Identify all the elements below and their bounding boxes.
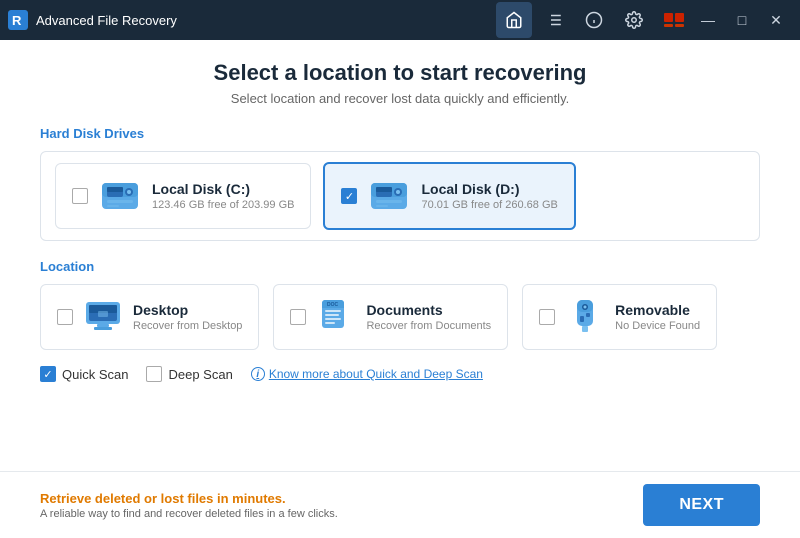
drive-d-card[interactable]: ✓ Local Disk (D:) 70.01 GB <box>323 162 575 230</box>
drive-c-space: 123.46 GB free of 203.99 GB <box>152 199 294 211</box>
documents-icon: DOC <box>316 297 356 337</box>
loc-desktop-checkbox[interactable] <box>57 309 73 325</box>
scan-options: ✓ Quick Scan Deep Scan i Know more about… <box>40 366 760 382</box>
svg-text:R: R <box>12 13 22 28</box>
network-icon <box>664 13 684 27</box>
nav-settings-btn[interactable] <box>616 2 652 38</box>
page-title: Select a location to start recovering <box>40 60 760 86</box>
loc-removable-checkbox[interactable] <box>539 309 555 325</box>
title-bar-nav <box>496 2 652 38</box>
drive-c-info: Local Disk (C:) 123.46 GB free of 203.99… <box>152 181 294 211</box>
drives-section: Hard Disk Drives <box>40 126 760 241</box>
drive-d-icon <box>367 174 411 218</box>
loc-docs-sub: Recover from Documents <box>366 320 491 332</box>
title-bar: R Advanced File Recovery <box>0 0 800 40</box>
footer-msg-sub: A reliable way to find and recover delet… <box>40 508 338 520</box>
usb-icon <box>565 297 605 337</box>
loc-removable-info: Removable No Device Found <box>615 302 700 332</box>
quick-scan-option[interactable]: ✓ Quick Scan <box>40 366 128 382</box>
svg-text:DOC: DOC <box>327 302 339 308</box>
loc-docs-info: Documents Recover from Documents <box>366 302 491 332</box>
footer-msg-title: Retrieve deleted or lost files in minute… <box>40 491 338 506</box>
drive-c-card[interactable]: Local Disk (C:) 123.46 GB free of 203.99… <box>55 163 311 229</box>
drive-c-icon <box>98 174 142 218</box>
app-logo: R <box>8 10 28 30</box>
drive-c-checkbox[interactable] <box>72 188 88 204</box>
nav-home-btn[interactable] <box>496 2 532 38</box>
loc-removable-sub: No Device Found <box>615 320 700 332</box>
learn-more-link[interactable]: i Know more about Quick and Deep Scan <box>251 367 483 381</box>
desktop-icon <box>83 297 123 337</box>
location-desktop-card[interactable]: Desktop Recover from Desktop <box>40 284 259 350</box>
page-header: Select a location to start recovering Se… <box>40 60 760 106</box>
loc-docs-checkbox[interactable] <box>290 309 306 325</box>
location-removable-card[interactable]: Removable No Device Found <box>522 284 717 350</box>
quick-scan-label: Quick Scan <box>62 367 128 382</box>
drive-d-name: Local Disk (D:) <box>421 181 557 197</box>
loc-desktop-info: Desktop Recover from Desktop <box>133 302 242 332</box>
learn-more-text: Know more about Quick and Deep Scan <box>269 367 483 381</box>
page-subtitle: Select location and recover lost data qu… <box>40 91 760 106</box>
quick-scan-checkbox[interactable]: ✓ <box>40 366 56 382</box>
hdd-c-icon <box>99 175 141 217</box>
location-docs-card[interactable]: DOC Documents Recover from Documents <box>273 284 508 350</box>
footer: Retrieve deleted or lost files in minute… <box>0 471 800 538</box>
deep-scan-option[interactable]: Deep Scan <box>146 366 232 382</box>
drive-d-checkbox[interactable]: ✓ <box>341 188 357 204</box>
location-cards: Desktop Recover from Desktop <box>40 284 760 350</box>
drives-container: Local Disk (C:) 123.46 GB free of 203.99… <box>40 151 760 241</box>
loc-removable-name: Removable <box>615 302 700 318</box>
next-button[interactable]: NEXT <box>643 484 760 526</box>
drive-d-space: 70.01 GB free of 260.68 GB <box>421 199 557 211</box>
loc-desktop-name: Desktop <box>133 302 242 318</box>
drive-c-name: Local Disk (C:) <box>152 181 294 197</box>
loc-desktop-sub: Recover from Desktop <box>133 320 242 332</box>
location-section-label: Location <box>40 259 760 274</box>
minimize-btn[interactable]: — <box>692 4 724 36</box>
drive-d-info: Local Disk (D:) 70.01 GB free of 260.68 … <box>421 181 557 211</box>
maximize-btn[interactable]: □ <box>726 4 758 36</box>
nav-list-btn[interactable] <box>536 2 572 38</box>
loc-docs-name: Documents <box>366 302 491 318</box>
main-content: Select a location to start recovering Se… <box>0 40 800 471</box>
info-icon: i <box>251 367 265 381</box>
deep-scan-checkbox[interactable] <box>146 366 162 382</box>
footer-message: Retrieve deleted or lost files in minute… <box>40 491 338 520</box>
hdd-d-icon <box>368 175 410 217</box>
drives-section-label: Hard Disk Drives <box>40 126 760 141</box>
close-btn[interactable]: ✕ <box>760 4 792 36</box>
app-title: Advanced File Recovery <box>36 13 496 28</box>
title-bar-controls: — □ ✕ <box>664 4 792 36</box>
deep-scan-label: Deep Scan <box>168 367 232 382</box>
nav-info-btn[interactable] <box>576 2 612 38</box>
location-section: Location Desktop Recover <box>40 259 760 350</box>
